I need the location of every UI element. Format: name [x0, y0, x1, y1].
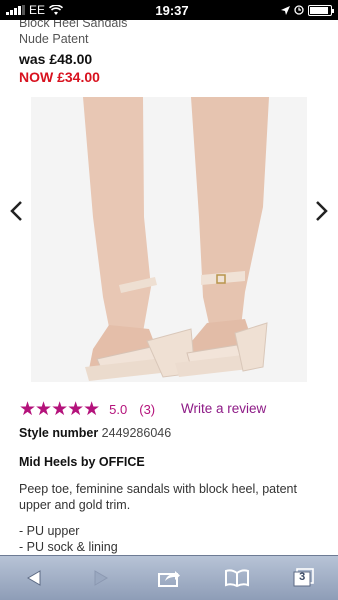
carrier-label: EE	[29, 3, 46, 17]
share-button[interactable]	[149, 561, 189, 595]
bookmarks-book-icon	[224, 569, 249, 587]
write-review-link[interactable]: Write a review	[181, 401, 266, 416]
review-count: (3)	[139, 402, 156, 417]
product-title: Block Heel Sandals Nude Patent	[19, 20, 127, 47]
product-description: Peep toe, feminine sandals with block he…	[19, 482, 297, 512]
wifi-icon	[49, 4, 64, 15]
rating-stars-icon: ★★★★★	[19, 399, 100, 420]
back-button[interactable]	[14, 561, 54, 595]
was-price: was £48.00	[19, 51, 93, 67]
feature-item: - PU sock & lining	[19, 540, 118, 554]
previous-image-arrow-icon[interactable]	[9, 200, 23, 222]
rating-summary[interactable]: ★★★★★ 5.0 (3)	[19, 398, 155, 421]
back-arrow-icon	[26, 570, 41, 586]
battery-icon	[307, 4, 334, 16]
next-image-arrow-icon[interactable]	[315, 200, 329, 222]
status-bar: EE 19:37	[0, 0, 338, 20]
style-number-value: 2449286046	[101, 426, 172, 440]
tabs-button[interactable]: 3	[284, 561, 324, 595]
style-number-label: Style number	[19, 426, 99, 440]
status-left: EE	[6, 3, 64, 17]
bookmarks-button[interactable]	[217, 561, 257, 595]
product-name-line2: Nude Patent	[19, 32, 89, 46]
product-image[interactable]	[31, 97, 307, 382]
forward-button[interactable]	[81, 561, 121, 595]
sandals-illustration	[31, 97, 307, 382]
clock: 19:37	[155, 2, 189, 18]
browser-toolbar: 3	[0, 555, 338, 600]
tabs-count: 3	[299, 571, 306, 583]
brand-heading: Mid Heels by OFFICE	[19, 455, 145, 469]
signal-icon	[6, 5, 25, 15]
feature-item: - PU upper	[19, 524, 80, 538]
forward-arrow-icon	[94, 570, 109, 586]
product-page: Block Heel Sandals Nude Patent was £48.0…	[0, 20, 338, 555]
location-icon	[280, 5, 290, 15]
rating-score: 5.0	[109, 402, 128, 417]
tabs-icon: 3	[293, 568, 315, 587]
style-number-row: Style number 2449286046	[19, 426, 171, 440]
alarm-icon	[294, 5, 304, 15]
share-icon	[157, 571, 180, 587]
feature-list: - PU upper - PU sock & lining	[19, 523, 118, 555]
status-right	[280, 4, 334, 16]
now-price: NOW £34.00	[19, 69, 100, 85]
product-name-line1: Block Heel Sandals	[19, 20, 128, 30]
